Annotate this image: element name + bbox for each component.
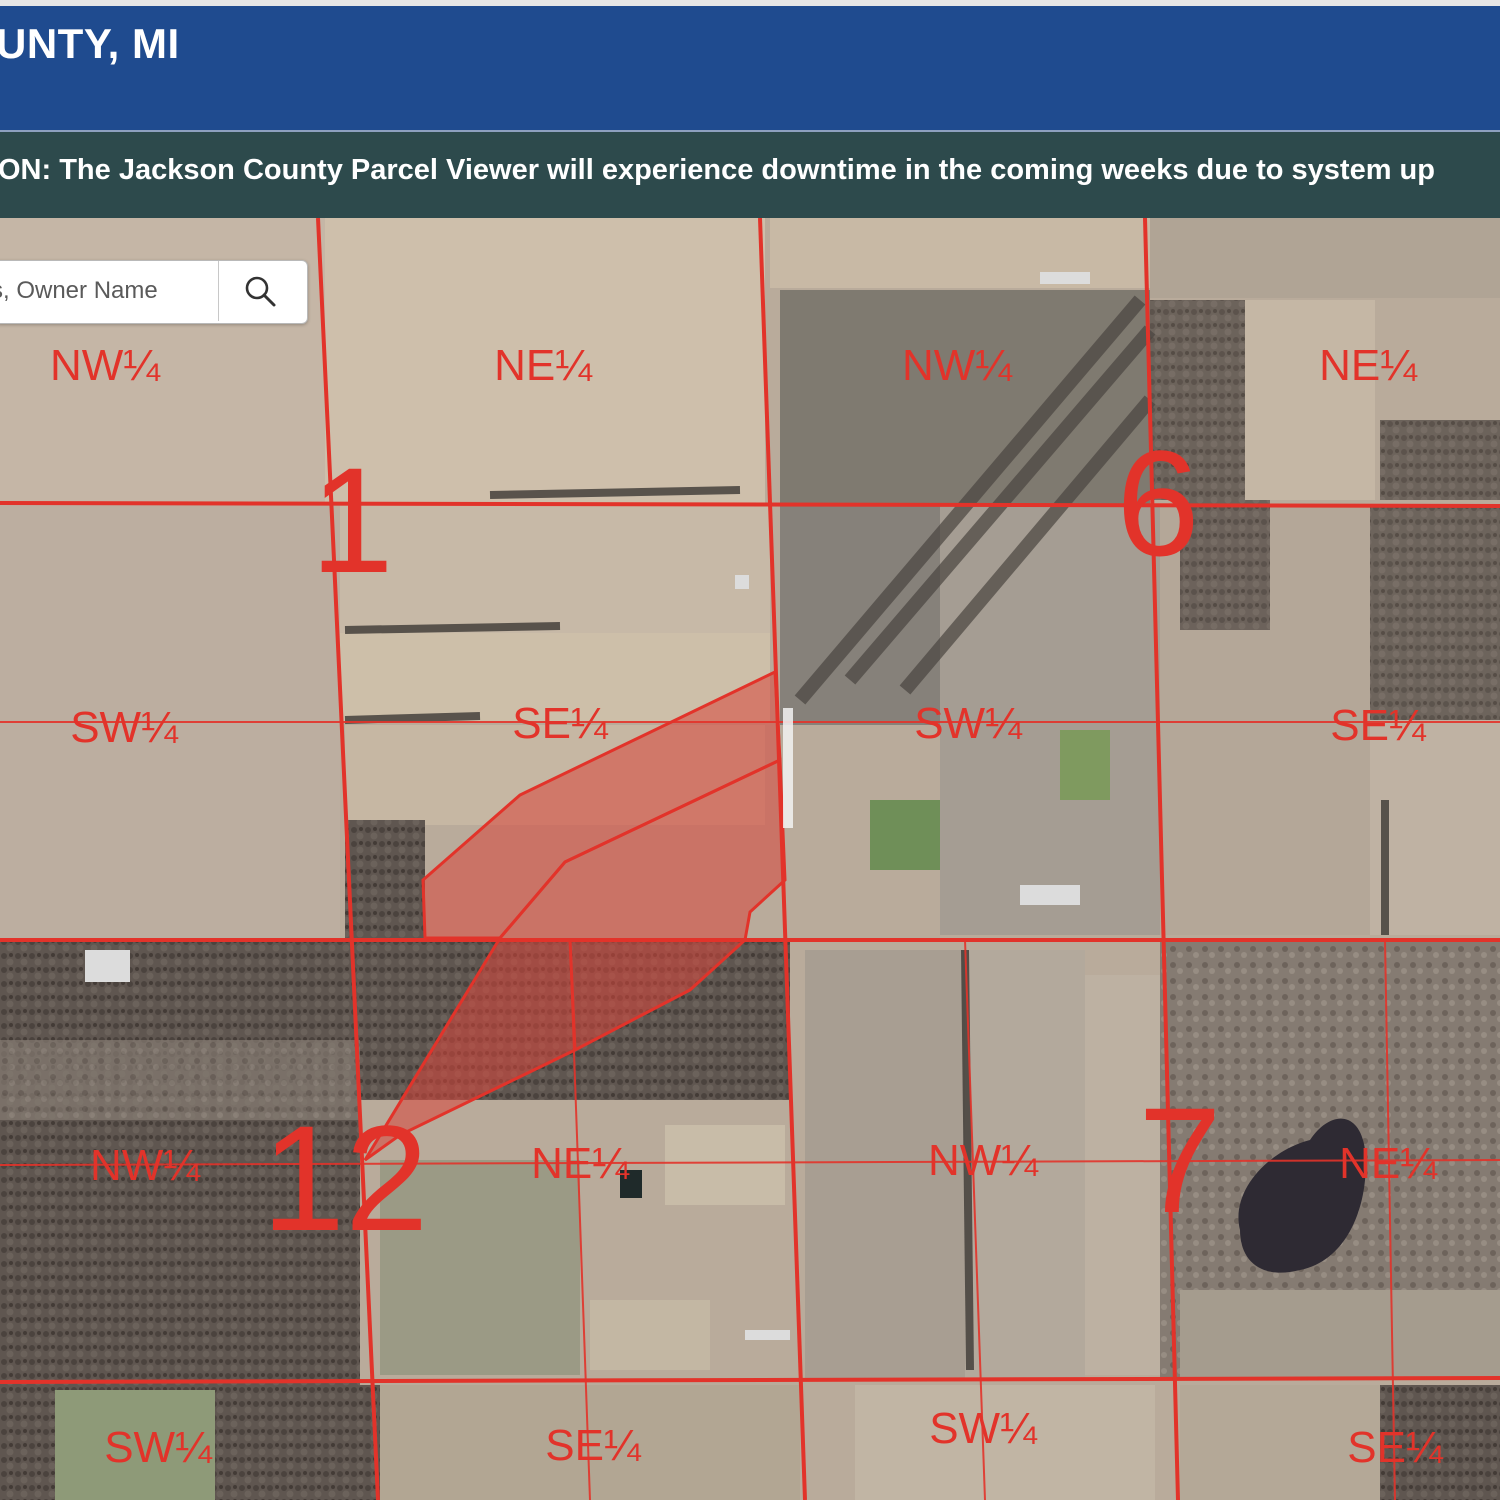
quarter-label: NE¼ (531, 1139, 630, 1188)
quarter-label: NW¼ (928, 1136, 1039, 1185)
quarter-label: SW¼ (70, 703, 179, 752)
quarter-label: SE¼ (512, 699, 609, 748)
quarter-label: SW¼ (914, 699, 1023, 748)
section-number: 6 (1116, 419, 1199, 587)
quarter-label: SW¼ (929, 1404, 1038, 1453)
aerial-map-canvas[interactable]: NW¼ NE¼ NW¼ NE¼ SW¼ SE¼ SW¼ SE¼ NW¼ NE¼ … (0, 218, 1500, 1500)
map-view[interactable]: NW¼ NE¼ NW¼ NE¼ SW¼ SE¼ SW¼ SE¼ NW¼ NE¼ … (0, 218, 1500, 1500)
parcel-viewer-app: UNTY, MI ON: The Jackson County Parcel V… (0, 0, 1500, 1500)
section-number: 12 (262, 1094, 429, 1262)
quarter-label: NW¼ (90, 1141, 201, 1190)
quarter-label: NE¼ (1319, 341, 1418, 390)
quarter-label: SE¼ (1347, 1423, 1444, 1472)
quarter-label: SE¼ (1330, 701, 1427, 750)
quarter-label: NE¼ (494, 341, 593, 390)
quarter-label: NW¼ (50, 341, 161, 390)
search-icon (245, 276, 276, 307)
quarter-label: SW¼ (104, 1423, 213, 1472)
quarter-label: SE¼ (545, 1421, 642, 1470)
quarter-label: NW¼ (902, 341, 1013, 390)
notice-text: ON: The Jackson County Parcel Viewer wil… (0, 154, 1435, 186)
notice-banner: ON: The Jackson County Parcel Viewer wil… (0, 132, 1500, 218)
section-number: 7 (1138, 1076, 1221, 1244)
app-header: UNTY, MI (0, 6, 1500, 132)
road-label (783, 708, 793, 828)
search-button[interactable] (219, 261, 305, 321)
section-number: 1 (310, 436, 393, 604)
app-title: UNTY, MI (0, 20, 180, 67)
quarter-label: NE¼ (1339, 1139, 1438, 1188)
search-input[interactable] (0, 261, 217, 321)
parcel-search-box (0, 260, 308, 324)
